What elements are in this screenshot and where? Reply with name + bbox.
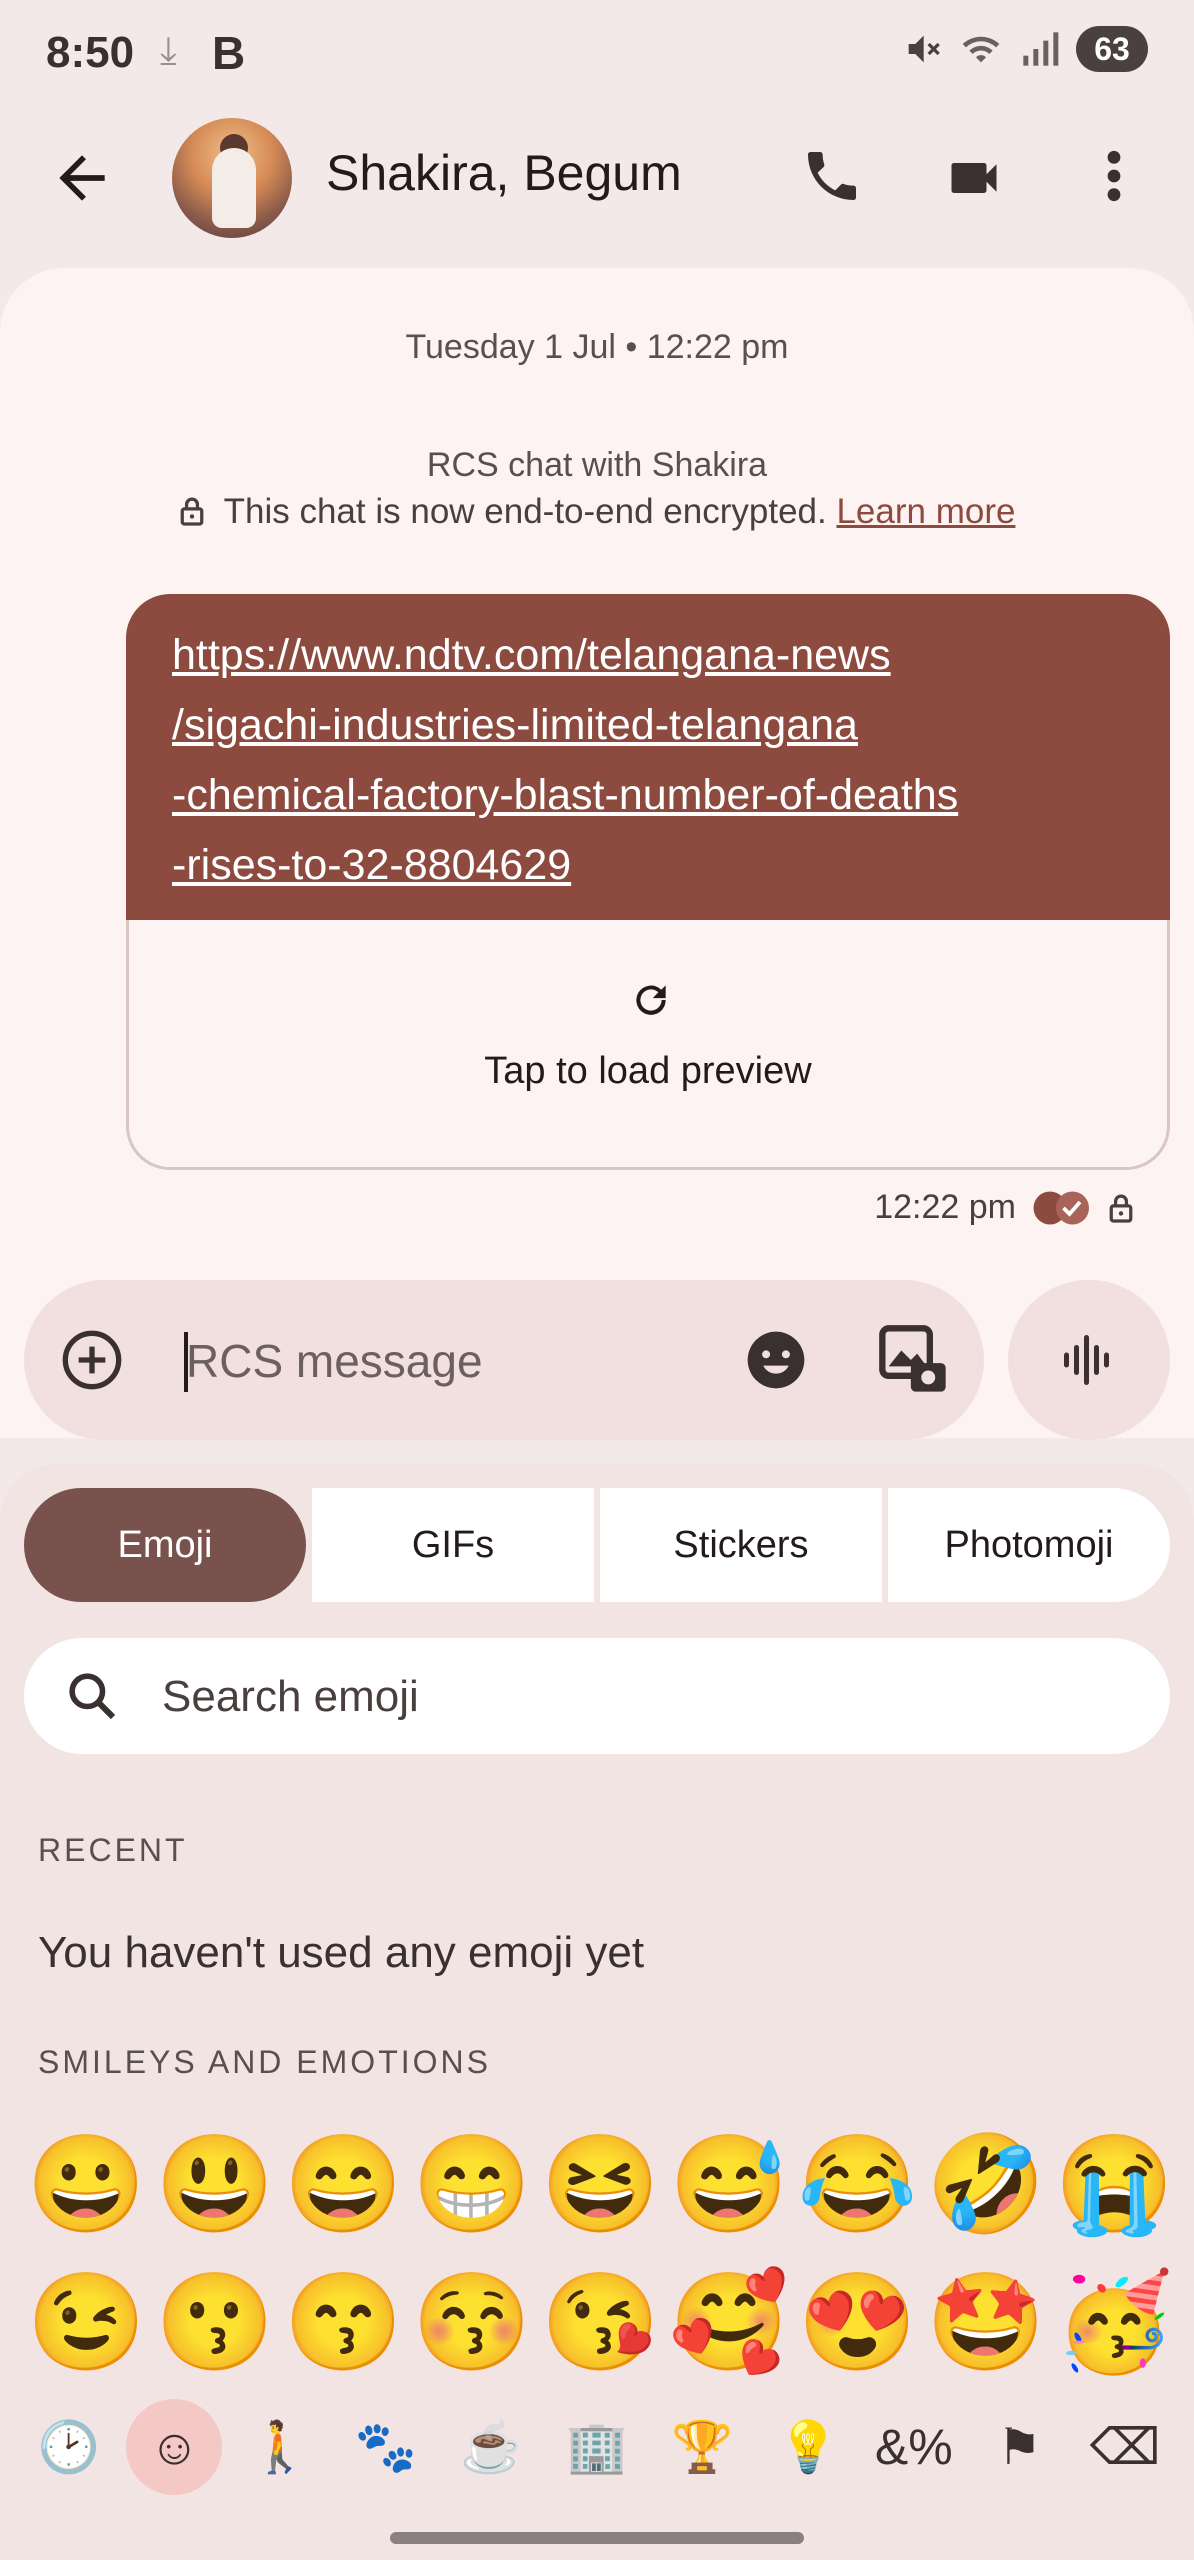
status-time: 8:50: [46, 28, 135, 77]
message-link-line[interactable]: https://www.ndtv.com/telangana-news: [172, 620, 1124, 690]
emoji-item[interactable]: 🥰: [665, 2254, 794, 2392]
message-input[interactable]: RCS message: [186, 1334, 483, 1388]
symbols-category-icon[interactable]: &%: [866, 2399, 962, 2495]
avatar[interactable]: [172, 118, 292, 238]
emoji-item[interactable]: 🥳: [1050, 2254, 1179, 2392]
link-preview-card[interactable]: Tap to load preview: [126, 920, 1170, 1170]
emoji-item[interactable]: 😀: [22, 2116, 151, 2254]
tab-emoji[interactable]: Emoji: [24, 1488, 306, 1602]
emoji-item[interactable]: 😭: [1050, 2116, 1179, 2254]
encryption-text: This chat is now end-to-end encrypted.: [223, 492, 827, 531]
battery-indicator: 63: [1076, 26, 1148, 72]
conversation-panel: Tuesday 1 Jul • 12:22 pm RCS chat with S…: [0, 268, 1194, 1438]
activities-category-icon[interactable]: 🏆: [655, 2399, 751, 2495]
gallery-camera-icon[interactable]: [876, 1322, 952, 1398]
message-status: 12:22 pm: [874, 1188, 1134, 1227]
voice-record-button[interactable]: [1008, 1280, 1170, 1440]
refresh-icon: [636, 985, 666, 1015]
tab-stickers[interactable]: Stickers: [600, 1488, 882, 1602]
emoji-category-bar: 🕑 ☺ 🚶 🐾 ☕ 🏢 🏆 💡 &% ⚑ ⌫: [0, 2392, 1194, 2502]
mute-icon: [908, 35, 940, 63]
message-link-line[interactable]: -rises-to-32-8804629: [172, 830, 1124, 900]
food-category-icon[interactable]: ☕: [443, 2399, 539, 2495]
emoji-icon[interactable]: [742, 1326, 810, 1394]
emoji-item[interactable]: 😙: [279, 2254, 408, 2392]
smileys-heading: SMILEYS AND EMOTIONS: [38, 2044, 491, 2080]
conversation-header: Shakira, Begum: [0, 108, 1194, 248]
read-receipt-icon: [1033, 1191, 1089, 1224]
signal-icon: [1023, 32, 1059, 66]
people-category-icon[interactable]: 🚶: [232, 2399, 328, 2495]
back-arrow-icon[interactable]: [48, 144, 116, 212]
message-bubble[interactable]: https://www.ndtv.com/telangana-news /sig…: [126, 594, 1170, 920]
encryption-notice: This chat is now end-to-end encrypted. L…: [0, 492, 1194, 532]
tap-to-load-preview[interactable]: Tap to load preview: [129, 1050, 1167, 1093]
learn-more-link[interactable]: Learn more: [836, 492, 1015, 531]
emoji-item[interactable]: 😚: [408, 2254, 537, 2392]
video-icon[interactable]: [940, 148, 1008, 208]
message-time: 12:22 pm: [874, 1188, 1016, 1226]
phone-icon[interactable]: [800, 144, 864, 208]
emoji-item[interactable]: 😆: [536, 2116, 665, 2254]
emoji-item[interactable]: 😃: [151, 2116, 280, 2254]
voice-waveform-icon: [1064, 1335, 1109, 1385]
add-attachment-icon[interactable]: [60, 1328, 124, 1392]
lock-icon: [180, 497, 203, 526]
contact-name[interactable]: Shakira, Begum: [326, 144, 682, 202]
smileys-category-icon[interactable]: ☺: [126, 2399, 223, 2495]
emoji-item[interactable]: 😁: [408, 2116, 537, 2254]
emoji-panel-tabs: Emoji GIFs Stickers Photomoji: [24, 1488, 1170, 1602]
emoji-item[interactable]: 😉: [22, 2254, 151, 2392]
emoji-grid: 😀 😃 😄 😁 😆 😅 😂 🤣 😭 😉 😗 😙 😚 😘 🥰 😍 🤩 🥳: [22, 2116, 1174, 2392]
compose-bar[interactable]: RCS message: [24, 1280, 984, 1440]
tab-photomoji[interactable]: Photomoji: [888, 1488, 1170, 1602]
emoji-item[interactable]: 🤣: [922, 2116, 1051, 2254]
emoji-item[interactable]: 😘: [536, 2254, 665, 2392]
search-emoji-input[interactable]: Search emoji: [162, 1672, 419, 1722]
status-bar: 8:50 ⤓ B 63: [0, 0, 1194, 108]
more-vert-icon[interactable]: [1100, 144, 1128, 208]
message-link-line[interactable]: /sigachi-industries-limited-telangana: [172, 690, 1124, 760]
flags-category-icon[interactable]: ⚑: [971, 2399, 1067, 2495]
encrypted-lock-icon: [1109, 1194, 1133, 1223]
emoji-item[interactable]: 😂: [793, 2116, 922, 2254]
emoji-item[interactable]: 😄: [279, 2116, 408, 2254]
recent-category-icon[interactable]: 🕑: [21, 2399, 117, 2495]
backspace-icon[interactable]: ⌫: [1077, 2399, 1173, 2495]
gesture-bar[interactable]: [390, 2532, 804, 2544]
wifi-icon: [962, 36, 1000, 63]
emoji-item[interactable]: 😍: [793, 2254, 922, 2392]
travel-category-icon[interactable]: 🏢: [549, 2399, 645, 2495]
date-header: Tuesday 1 Jul • 12:22 pm: [405, 328, 789, 366]
rcs-chat-label: RCS chat with Shakira: [426, 446, 768, 484]
message-link-line[interactable]: -chemical-factory-blast-number-of-deaths: [172, 760, 1124, 830]
emoji-item[interactable]: 🤩: [922, 2254, 1051, 2392]
search-icon: [69, 1673, 116, 1720]
emoji-item[interactable]: 😅: [665, 2116, 794, 2254]
emoji-search-field[interactable]: Search emoji: [24, 1638, 1170, 1754]
tab-gifs[interactable]: GIFs: [312, 1488, 594, 1602]
recent-empty-message: You haven't used any emoji yet: [38, 1928, 645, 1977]
animals-category-icon[interactable]: 🐾: [338, 2399, 434, 2495]
recent-heading: RECENT: [38, 1832, 188, 1868]
objects-category-icon[interactable]: 💡: [760, 2399, 856, 2495]
emoji-item[interactable]: 😗: [151, 2254, 280, 2392]
download-icon: ⤓: [160, 30, 177, 72]
app-notification-icon: B: [212, 27, 246, 79]
